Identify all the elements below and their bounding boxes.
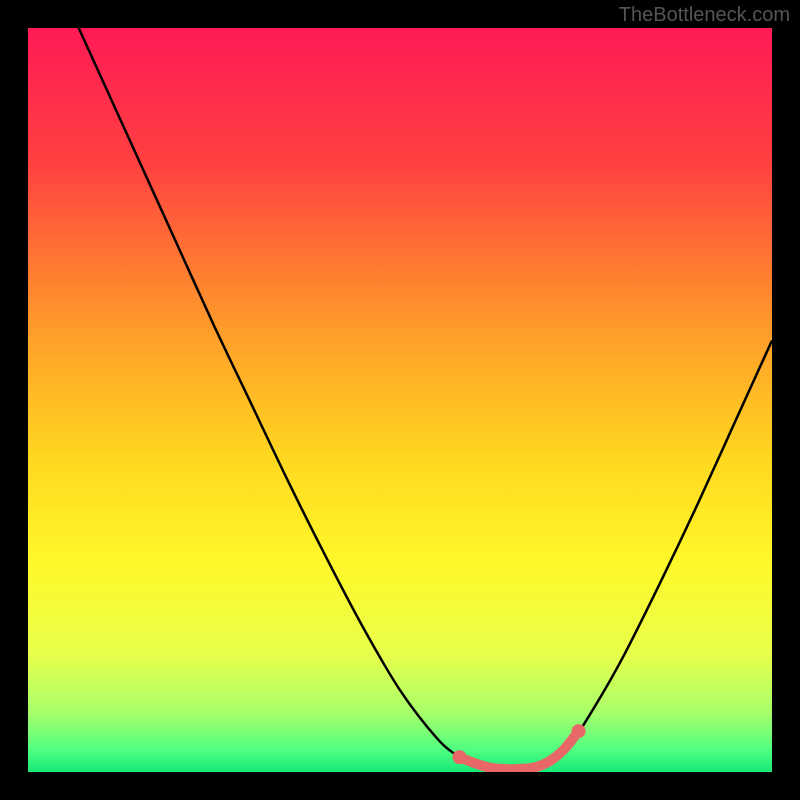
- chart-container: TheBottleneck.com: [0, 0, 800, 800]
- watermark-text: TheBottleneck.com: [619, 4, 790, 27]
- optimal-range-endpoint: [572, 724, 586, 738]
- optimal-range-endpoint: [453, 750, 467, 764]
- gradient-background: [28, 28, 772, 772]
- plot-area: [28, 28, 772, 772]
- chart-svg: [28, 28, 772, 772]
